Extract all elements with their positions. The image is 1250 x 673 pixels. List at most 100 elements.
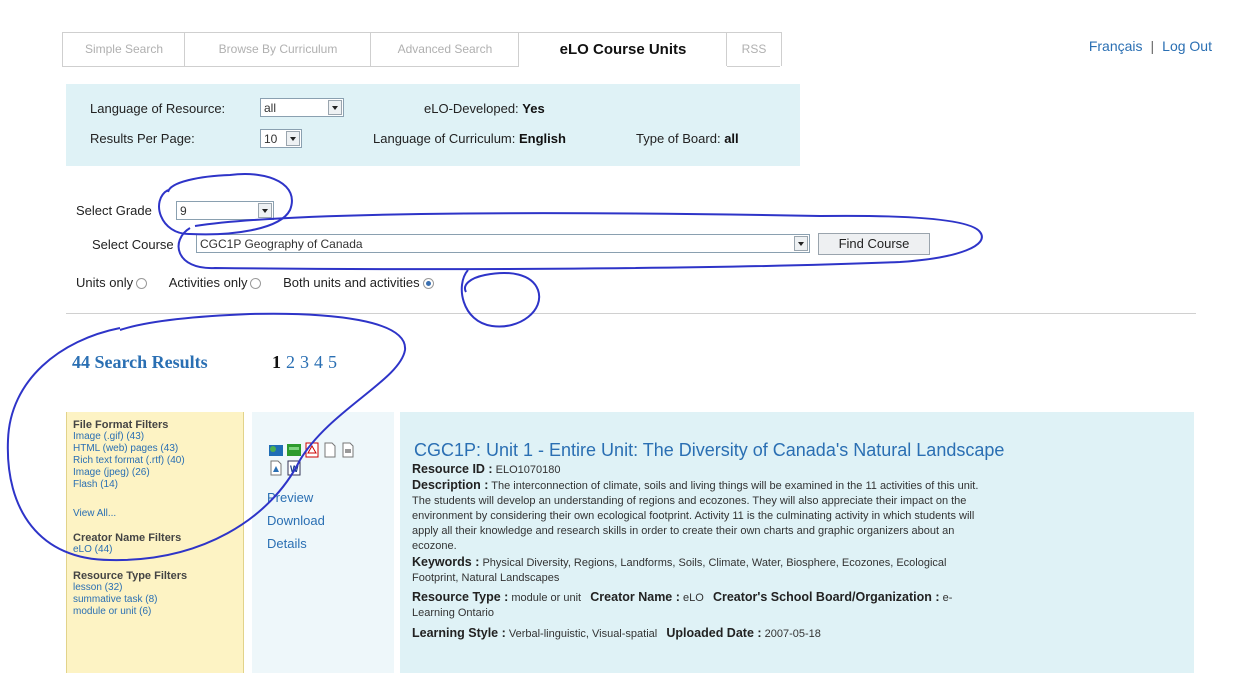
elo-developed: eLO-Developed: Yes — [424, 101, 545, 116]
course-select[interactable]: CGC1P Geography of Canada — [196, 234, 810, 253]
tab-bar: Simple Search Browse By Curriculum Advan… — [62, 32, 782, 67]
description-label: Description : — [412, 478, 489, 492]
results-count: 44 Search Results — [72, 352, 208, 372]
tab-simple-search[interactable]: Simple Search — [62, 32, 186, 66]
blank-document-icon[interactable] — [322, 442, 338, 458]
tab-elo-course-units[interactable]: eLO Course Units — [518, 32, 728, 67]
resource-type-label: Resource Type : — [412, 590, 509, 604]
language-of-resource-label: Language of Resource: — [90, 101, 226, 116]
resource-id-value: ELO1070180 — [495, 464, 561, 476]
type-of-board-value: all — [724, 131, 739, 146]
description-text: environment by considering their own eco… — [412, 510, 975, 522]
logout-link[interactable]: Log Out — [1162, 38, 1212, 54]
chevron-down-icon — [328, 100, 342, 115]
search-settings-panel: Language of Resource: all Results Per Pa… — [66, 84, 800, 166]
word-document-icon[interactable]: W — [286, 460, 302, 476]
pagination: 12345 — [272, 352, 342, 373]
activities-only-radio[interactable] — [250, 278, 262, 290]
link-separator: | — [1150, 38, 1155, 54]
file-format-heading: File Format Filters — [73, 419, 169, 431]
results-per-page-select[interactable]: 10 — [260, 129, 302, 148]
rtf-document-icon[interactable] — [340, 442, 356, 458]
image-document-icon[interactable] — [268, 460, 284, 476]
results-per-page-label: Results Per Page: — [90, 131, 195, 146]
grade-select[interactable]: 9 — [176, 201, 274, 220]
language-of-curriculum: Language of Curriculum: English — [373, 131, 566, 146]
description-text: The interconnection of climate, soils an… — [491, 480, 979, 492]
chevron-down-icon — [286, 131, 300, 146]
result-links: Preview Download Details — [267, 486, 325, 555]
uploaded-date-value: 2007-05-18 — [764, 628, 821, 640]
resource-type-line: Resource Type : module or unit Creator N… — [412, 590, 952, 606]
units-only-radio[interactable] — [136, 278, 148, 290]
resource-id-label: Resource ID : — [412, 462, 493, 476]
both-label: Both units and activities — [283, 275, 420, 290]
elo-developed-label: eLO-Developed: — [424, 101, 519, 116]
page-1[interactable]: 1 — [272, 352, 281, 372]
radio-annotation-circle — [460, 269, 541, 328]
chevron-down-icon — [794, 236, 808, 251]
language-of-curriculum-value: English — [518, 131, 566, 146]
filter-item[interactable]: Flash (14) — [73, 479, 243, 491]
filter-panel: File Format Filters Image (.gif) (43) HT… — [66, 412, 244, 673]
flash-icon[interactable] — [286, 442, 302, 458]
results-per-page-value: 10 — [264, 132, 278, 146]
resource-type-heading: Resource Type Filters — [73, 570, 188, 582]
resource-id-line: Resource ID : ELO1070180 — [412, 462, 561, 478]
grade-value: 9 — [180, 204, 187, 218]
keywords-line: Keywords : Physical Diversity, Regions, … — [412, 555, 946, 571]
download-link[interactable]: Download — [267, 509, 325, 532]
details-link[interactable]: Details — [267, 532, 325, 555]
tab-browse-by-curriculum[interactable]: Browse By Curriculum — [184, 32, 372, 66]
find-course-button[interactable]: Find Course — [818, 233, 930, 255]
uploaded-date-label: Uploaded Date : — [666, 626, 762, 640]
tab-rss[interactable]: RSS — [726, 32, 782, 66]
filter-item[interactable]: HTML (web) pages (43) — [73, 443, 243, 455]
description-text: The students will develop an understandi… — [412, 495, 967, 507]
keywords-label: Keywords : — [412, 555, 480, 569]
creator-board-cont: Learning Ontario — [412, 607, 494, 619]
description-line: Description : The interconnection of cli… — [412, 478, 978, 494]
pdf-icon[interactable] — [304, 442, 320, 458]
course-value: CGC1P Geography of Canada — [200, 237, 363, 251]
preview-link[interactable]: Preview — [267, 486, 325, 509]
page-2[interactable]: 2 — [286, 352, 295, 372]
html-page-icon[interactable] — [268, 442, 284, 458]
top-links: Français | Log Out — [1089, 38, 1212, 54]
creator-name-value: eLO — [682, 592, 704, 604]
type-of-board: Type of Board: all — [636, 131, 739, 146]
view-all-link[interactable]: View All... — [73, 508, 243, 520]
keywords-text: Physical Diversity, Regions, Landforms, … — [482, 557, 947, 569]
creator-board-label: Creator's School Board/Organization : — [712, 590, 940, 604]
filter-item[interactable]: lesson (32) — [73, 582, 243, 594]
filter-item[interactable]: eLO (44) — [73, 544, 243, 556]
page-3[interactable]: 3 — [300, 352, 309, 372]
creator-heading: Creator Name Filters — [73, 532, 182, 544]
result-actions-column: W Preview Download Details — [252, 412, 394, 673]
chevron-down-icon — [258, 203, 272, 218]
filter-item[interactable]: Image (.gif) (43) — [73, 431, 243, 443]
type-of-board-label: Type of Board: — [636, 131, 721, 146]
creator-board-value: e- — [942, 592, 953, 604]
filter-item[interactable]: summative task (8) — [73, 594, 243, 606]
learning-style-label: Learning Style : — [412, 626, 506, 640]
elo-developed-value: Yes — [522, 101, 545, 116]
creator-name-label: Creator Name : — [590, 590, 680, 604]
filter-item[interactable]: Rich text format (.rtf) (40) — [73, 455, 243, 467]
learning-style-value: Verbal-linguistic, Visual-spatial — [508, 628, 658, 640]
select-course-label: Select Course — [92, 237, 174, 252]
divider — [66, 313, 1196, 314]
both-radio[interactable] — [422, 278, 434, 290]
francais-link[interactable]: Français — [1089, 38, 1143, 54]
description-text: apply all their knowledge and research s… — [412, 525, 955, 537]
tab-advanced-search[interactable]: Advanced Search — [370, 32, 520, 66]
filter-item[interactable]: Image (jpeg) (26) — [73, 467, 243, 479]
units-only-label: Units only — [76, 275, 134, 290]
select-grade-label: Select Grade — [76, 203, 152, 218]
page-4[interactable]: 4 — [314, 352, 323, 372]
page-5[interactable]: 5 — [328, 352, 337, 372]
filter-item[interactable]: module or unit (6) — [73, 606, 243, 618]
resource-type-value: module or unit — [511, 592, 582, 604]
result-title-link[interactable]: CGC1P: Unit 1 - Entire Unit: The Diversi… — [414, 440, 1004, 461]
language-of-resource-select[interactable]: all — [260, 98, 344, 117]
